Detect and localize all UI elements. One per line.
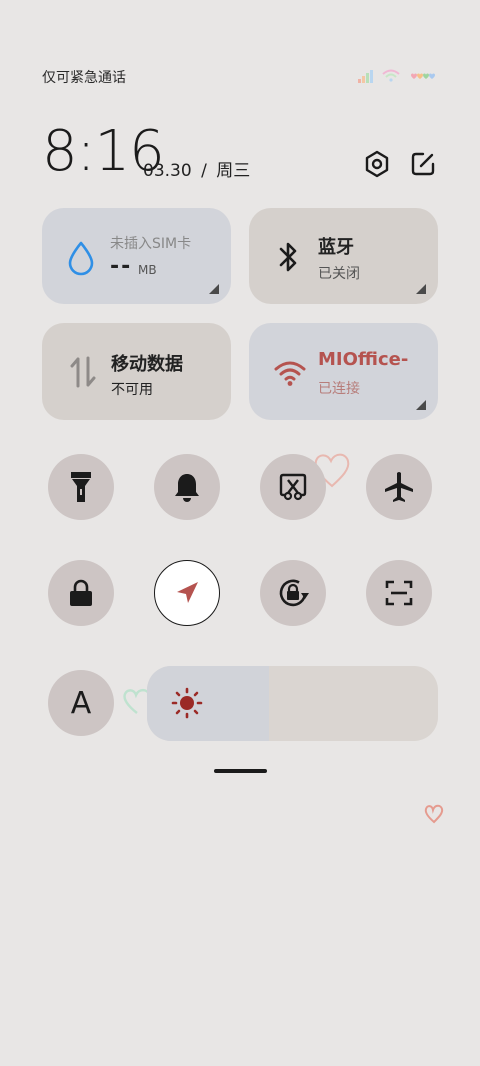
drag-handle[interactable] [214, 769, 267, 773]
brightness-fill [147, 666, 270, 741]
data-arrows-icon [70, 356, 96, 388]
data-usage-unit: MB [138, 263, 157, 277]
airplane-icon [385, 472, 413, 502]
date-line: 03.30 / 周三 [143, 156, 250, 181]
notification-toggle[interactable] [154, 454, 220, 520]
battery-hearts-icon [411, 73, 435, 79]
bluetooth-title: 蓝牙 [318, 237, 354, 258]
bell-icon [175, 474, 199, 502]
sim-title: 未插入SIM卡 [110, 236, 192, 252]
expand-corner-icon [209, 284, 219, 294]
rotation-lock-icon [279, 579, 309, 607]
date: 03.30 [143, 161, 192, 181]
flashlight-toggle[interactable] [48, 454, 114, 520]
status-carrier-text: 仅可紧急通话 [42, 70, 126, 86]
edit-icon[interactable] [408, 149, 438, 179]
bluetooth-icon [279, 242, 297, 272]
brightness-slider[interactable] [147, 666, 438, 741]
wifi-network-name: MIOffice- [318, 349, 409, 370]
font-size-toggle[interactable]: A [48, 670, 114, 736]
sim-data-tile[interactable]: 未插入SIM卡 -- MB [42, 208, 231, 304]
lock-screen-toggle[interactable] [48, 560, 114, 626]
lock-icon [70, 579, 92, 606]
rotation-lock-toggle[interactable] [260, 560, 326, 626]
scanner-toggle[interactable] [366, 560, 432, 626]
mobile-data-status: 不可用 [111, 382, 153, 398]
status-icons [358, 69, 435, 83]
wifi-status: 已连接 [318, 381, 360, 397]
expand-corner-icon [416, 400, 426, 410]
settings-icon[interactable] [362, 149, 392, 179]
bluetooth-status: 已关闭 [318, 266, 360, 282]
bluetooth-tile[interactable]: 蓝牙 已关闭 [249, 208, 438, 304]
location-toggle[interactable] [154, 560, 220, 626]
font-toggle-label: A [70, 685, 92, 721]
scan-icon [385, 580, 413, 606]
wifi-status-icon [382, 69, 400, 82]
location-icon [177, 582, 198, 603]
wifi-icon [274, 361, 306, 386]
water-drop-icon [68, 241, 94, 276]
wifi-tile[interactable]: MIOffice- 已连接 [249, 323, 438, 420]
sun-icon [171, 687, 203, 719]
date-separator: / [201, 161, 207, 181]
flashlight-icon [71, 472, 91, 502]
mobile-data-tile[interactable]: 移动数据 不可用 [42, 323, 231, 420]
data-usage-value: -- [110, 254, 133, 279]
expand-corner-icon [416, 284, 426, 294]
screenshot-icon [279, 473, 307, 501]
signal-icon [358, 70, 373, 83]
mobile-data-title: 移动数据 [111, 354, 183, 375]
airplane-mode-toggle[interactable] [366, 454, 432, 520]
heart-doodle-icon [424, 804, 444, 824]
weekday: 周三 [216, 161, 251, 181]
screenshot-toggle[interactable] [260, 454, 326, 520]
